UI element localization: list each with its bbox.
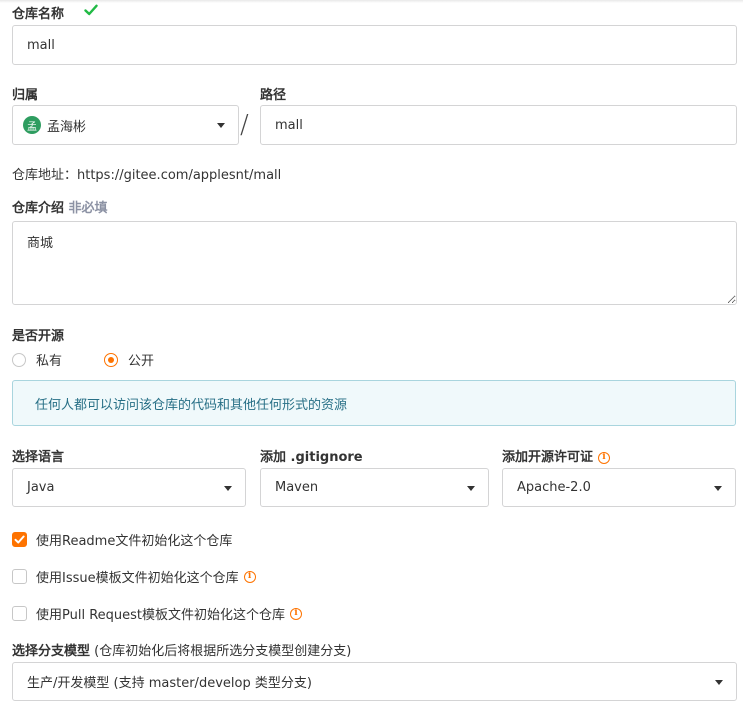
visibility-notice-text: 任何人都可以访问该仓库的代码和其他任何形式的资源 — [35, 397, 348, 413]
path-separator: / — [240, 110, 249, 140]
branch-model-value: 生产/开发模型 (支持 master/develop 类型分支) — [27, 676, 312, 691]
owner-select[interactable]: 孟 孟海彬 — [12, 105, 239, 145]
language-select[interactable]: Java — [12, 468, 246, 507]
repo-name-value: mall — [27, 37, 55, 53]
init-issue-label: 使用Issue模板文件初始化这个仓库 — [36, 571, 239, 586]
branch-model-hint: (仓库初始化后将根据所选分支模型创建分支) — [90, 644, 352, 659]
radio-private-label: 私有 — [36, 354, 63, 369]
language-value: Java — [27, 480, 55, 495]
description-textarea[interactable]: 商城 — [12, 221, 737, 305]
radio-public-circle[interactable] — [104, 352, 118, 367]
chevron-down-icon — [224, 485, 232, 491]
owner-value: 孟海彬 — [47, 119, 87, 135]
visibility-label: 是否开源 — [12, 329, 65, 344]
chevron-down-icon — [715, 679, 723, 685]
branch-model-label-text: 选择分支模型 — [12, 644, 91, 659]
path-input[interactable]: mall — [260, 105, 737, 145]
radio-public[interactable]: 公开 — [104, 350, 154, 369]
gitignore-select[interactable]: Maven — [260, 468, 489, 507]
owner-label: 归属 — [12, 88, 39, 103]
gitignore-value: Maven — [275, 480, 319, 495]
pr-info-icon[interactable]: i — [290, 607, 303, 620]
radio-private[interactable]: 私有 — [12, 350, 62, 369]
issue-info-icon[interactable]: i — [243, 570, 256, 583]
path-label: 路径 — [260, 88, 287, 103]
repo-name-input[interactable]: mall — [12, 25, 737, 65]
radio-private-circle[interactable] — [12, 352, 26, 367]
repo-name-label: 仓库名称 — [12, 3, 64, 22]
init-readme-label: 使用Readme文件初始化这个仓库 — [36, 534, 233, 549]
init-pr-label: 使用Pull Request模板文件初始化这个仓库 — [36, 608, 286, 623]
repo-url-text: 仓库地址：https://gitee.com/applesnt/mall — [12, 168, 282, 183]
branch-model-select[interactable]: 生产/开发模型 (支持 master/develop 类型分支) — [12, 662, 737, 701]
chevron-down-icon — [467, 485, 475, 491]
branch-model-label: 选择分支模型 (仓库初始化后将根据所选分支模型创建分支) — [12, 640, 351, 659]
top-edge-shadow — [0, 0, 743, 3]
valid-check-icon — [84, 4, 98, 16]
description-label: 仓库介绍 非必填 — [12, 197, 108, 216]
license-label-text: 添加开源许可证 — [502, 450, 594, 465]
optional-tag: 非必填 — [68, 201, 108, 216]
init-readme-checkbox[interactable]: 使用Readme文件初始化这个仓库 — [12, 530, 232, 549]
path-value: mall — [275, 117, 303, 133]
chevron-down-icon — [714, 485, 722, 491]
radio-public-label: 公开 — [128, 354, 155, 369]
language-label: 选择语言 — [12, 450, 65, 465]
visibility-notice: 任何人都可以访问该仓库的代码和其他任何形式的资源 — [12, 380, 736, 426]
license-label: 添加开源许可证 i — [502, 446, 611, 465]
gitignore-label: 添加 .gitignore — [260, 450, 363, 465]
chevron-down-icon — [217, 123, 225, 128]
license-select[interactable]: Apache-2.0 — [502, 468, 736, 507]
license-info-icon[interactable]: i — [598, 451, 611, 464]
checkbox-checked[interactable] — [12, 532, 27, 547]
check-icon — [14, 535, 25, 544]
owner-avatar: 孟 — [23, 116, 41, 134]
checkbox-unchecked[interactable] — [12, 569, 27, 584]
repo-name-label-text: 仓库名称 — [12, 7, 65, 22]
description-label-text: 仓库介绍 — [12, 201, 65, 216]
init-issue-checkbox[interactable]: 使用Issue模板文件初始化这个仓库 i — [12, 567, 256, 586]
init-pr-checkbox[interactable]: 使用Pull Request模板文件初始化这个仓库 i — [12, 604, 303, 623]
checkbox-unchecked[interactable] — [12, 606, 27, 621]
license-value: Apache-2.0 — [517, 480, 591, 495]
